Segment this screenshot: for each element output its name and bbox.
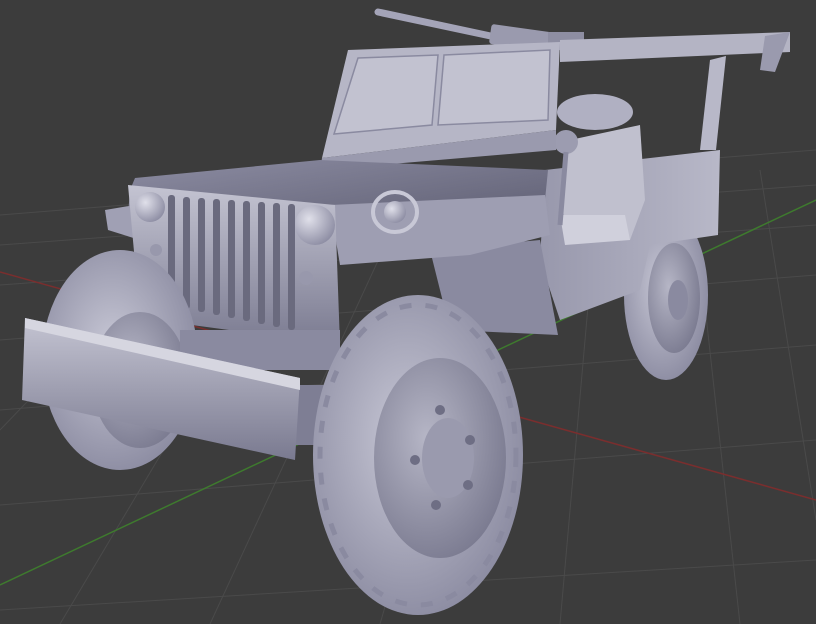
left-headlight (135, 192, 165, 222)
3d-viewport[interactable] (0, 0, 816, 624)
front-right-wheel (313, 295, 523, 615)
spare-tire (557, 94, 633, 130)
side-mirror (554, 130, 578, 154)
windshield (320, 42, 560, 170)
roll-bar (560, 32, 790, 150)
viewport-canvas[interactable] (0, 0, 816, 624)
right-headlight (295, 205, 335, 245)
